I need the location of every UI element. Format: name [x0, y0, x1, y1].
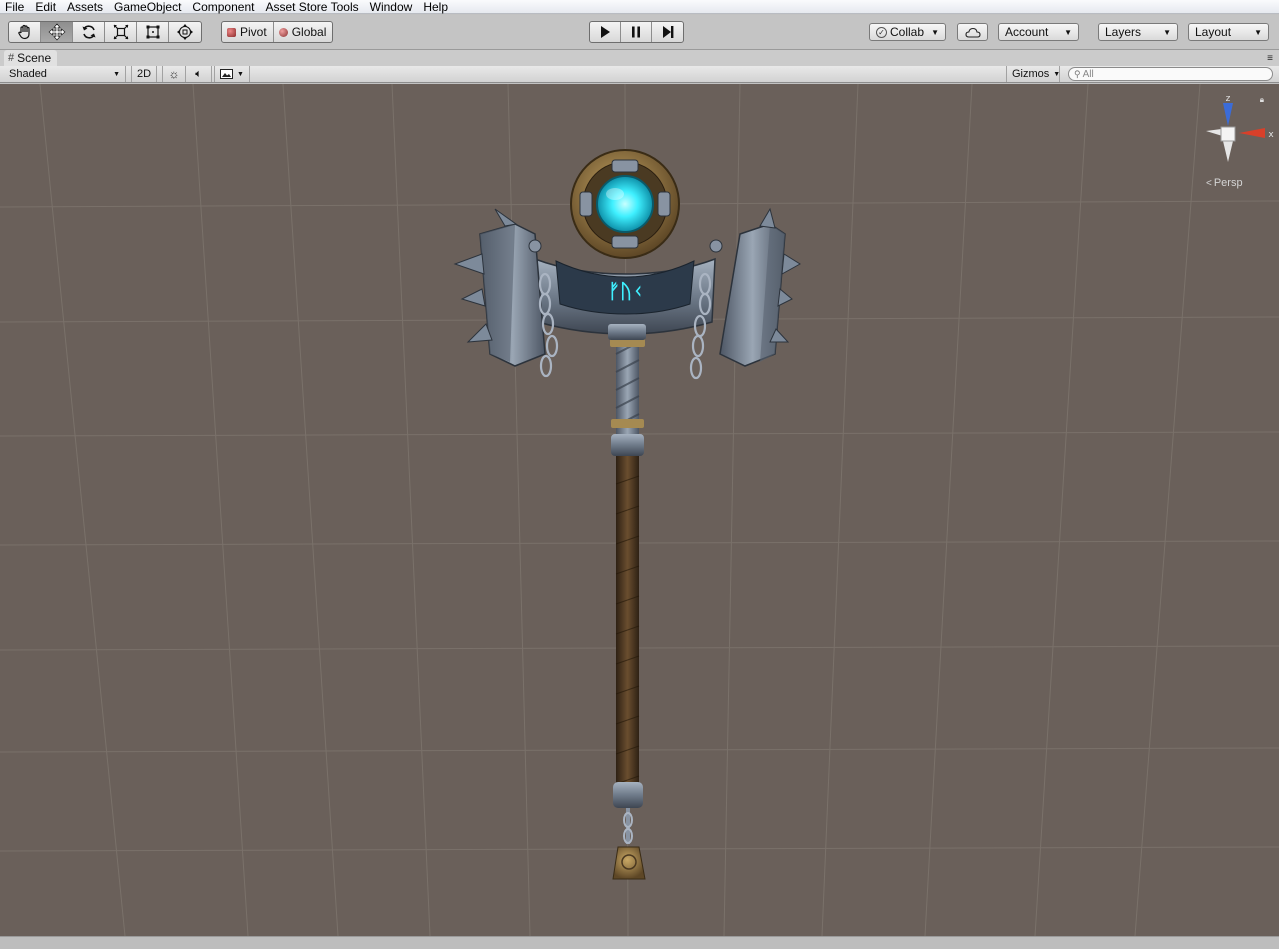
- search-icon: ⚲: [1074, 68, 1081, 79]
- layout-label: Layout: [1195, 25, 1232, 39]
- collab-check-icon: ✓: [876, 26, 887, 38]
- rune-inscription: ᚠᚢᚲ: [608, 279, 644, 303]
- menu-gameobject[interactable]: GameObject: [109, 0, 187, 14]
- chevron-down-icon: ▼: [1064, 27, 1072, 37]
- scene-tab-label: Scene: [17, 51, 52, 65]
- scene-viewport[interactable]: ᚠᚢᚲ 🔒︎ z x < Persp: [0, 84, 1279, 936]
- global-label: Global: [291, 25, 327, 39]
- search-placeholder: All: [1082, 68, 1094, 80]
- gizmo-z-label: z: [1226, 94, 1231, 104]
- scene-search-input[interactable]: ⚲ All: [1068, 67, 1273, 81]
- hand-tool-icon: [17, 24, 30, 40]
- projection-label: Persp: [1213, 177, 1243, 189]
- menu-window[interactable]: Window: [365, 0, 419, 14]
- tab-scene[interactable]: # Scene: [4, 50, 58, 66]
- shading-mode-dropdown[interactable]: Shaded ▼: [4, 66, 126, 82]
- chevron-down-icon: ▼: [1053, 70, 1061, 78]
- pivot-button[interactable]: Pivot: [222, 22, 274, 42]
- chevron-down-icon: ▼: [931, 27, 939, 37]
- account-label: Account: [1005, 25, 1049, 39]
- layers-dropdown[interactable]: Layers ▼: [1098, 23, 1178, 41]
- rotate-tool-icon: [82, 25, 95, 39]
- globe-icon: [278, 27, 288, 37]
- glowing-orb: [596, 175, 654, 233]
- gizmo-center[interactable]: [1220, 126, 1236, 142]
- collab-label: Collab: [890, 25, 925, 39]
- scene-grid-icon: #: [8, 52, 15, 64]
- menu-bar: File Edit Assets GameObject Component As…: [0, 0, 1279, 14]
- step-button[interactable]: [652, 22, 683, 42]
- scale-tool-icon: [113, 24, 128, 40]
- cloud-icon: [964, 27, 981, 38]
- menu-assets[interactable]: Assets: [62, 0, 109, 14]
- play-button[interactable]: [590, 22, 621, 42]
- account-dropdown[interactable]: Account ▼: [998, 23, 1079, 41]
- menu-asset-store-tools[interactable]: Asset Store Tools: [260, 0, 364, 14]
- hammer-handle: [616, 454, 639, 790]
- gizmo-x-axis[interactable]: [1239, 128, 1265, 138]
- rect-tool-icon: [146, 25, 159, 39]
- main-toolbar: Pivot Global ✓ Collab ▼ Account ▼ Layers…: [0, 15, 1279, 50]
- pivot-label: Pivot: [240, 25, 267, 39]
- shading-mode-label: Shaded: [9, 68, 47, 80]
- projection-toggle[interactable]: < Persp: [1206, 177, 1243, 189]
- pivot-global-toggle: Pivot Global: [221, 21, 334, 43]
- scale-tool-button[interactable]: [105, 22, 137, 42]
- chevron-down-icon: ▼: [1163, 27, 1171, 37]
- play-icon: [601, 26, 610, 38]
- hammer-model[interactable]: ᚠᚢᚲ: [0, 84, 1279, 936]
- menu-help[interactable]: Help: [418, 0, 454, 14]
- scene-control-bar: Shaded ▼ 2D ☼ 🔈︎ ▼ Gizmos ▼ ⚲ All: [0, 66, 1279, 83]
- perspective-icon: <: [1206, 177, 1212, 189]
- tab-row: # Scene ≡: [0, 50, 1279, 66]
- step-icon: [662, 26, 673, 38]
- gizmo-neg-z-axis[interactable]: [1223, 141, 1233, 162]
- 2d-toggle[interactable]: 2D: [131, 66, 157, 82]
- move-tool-button[interactable]: [41, 22, 73, 42]
- gizmo-x-label: x: [1268, 130, 1274, 140]
- collab-dropdown[interactable]: ✓ Collab ▼: [869, 23, 946, 41]
- lock-icon[interactable]: 🔒︎: [1260, 95, 1264, 104]
- transform-tool-icon: [177, 24, 193, 40]
- pause-button[interactable]: [621, 22, 652, 42]
- effects-dropdown[interactable]: ▼: [214, 66, 250, 82]
- rotate-tool-button[interactable]: [73, 22, 105, 42]
- cloud-button[interactable]: [957, 23, 988, 41]
- hand-tool-button[interactable]: [9, 22, 41, 42]
- 2d-label: 2D: [137, 68, 152, 80]
- move-tool-icon: [48, 23, 65, 41]
- speaker-icon: 🔈︎: [195, 67, 202, 80]
- sun-icon: ☼: [168, 67, 180, 81]
- global-button[interactable]: Global: [274, 22, 333, 42]
- gizmos-dropdown[interactable]: Gizmos ▼: [1006, 66, 1060, 82]
- transform-tools: [8, 21, 202, 43]
- menu-file[interactable]: File: [0, 0, 30, 14]
- playback-controls: [589, 21, 684, 43]
- chevron-down-icon: ▼: [237, 70, 244, 78]
- status-bar: [0, 936, 1279, 949]
- lighting-toggle[interactable]: ☼: [162, 66, 186, 82]
- image-icon: [220, 69, 233, 79]
- chevron-down-icon: ▼: [113, 70, 120, 78]
- rect-tool-button[interactable]: [137, 22, 169, 42]
- audio-toggle[interactable]: 🔈︎: [186, 66, 212, 82]
- chevron-down-icon: ▼: [1254, 27, 1262, 37]
- layers-label: Layers: [1105, 25, 1142, 39]
- tab-menu-icon[interactable]: ≡: [1267, 53, 1273, 64]
- pommel-weight: [612, 846, 646, 880]
- pivot-icon: [227, 27, 236, 37]
- pause-icon: [632, 26, 640, 38]
- gizmo-z-axis[interactable]: [1223, 103, 1233, 126]
- layout-dropdown[interactable]: Layout ▼: [1188, 23, 1269, 41]
- gizmos-label: Gizmos: [1012, 68, 1050, 80]
- menu-component[interactable]: Component: [187, 0, 260, 14]
- menu-edit[interactable]: Edit: [30, 0, 62, 14]
- transform-tool-button[interactable]: [169, 22, 201, 42]
